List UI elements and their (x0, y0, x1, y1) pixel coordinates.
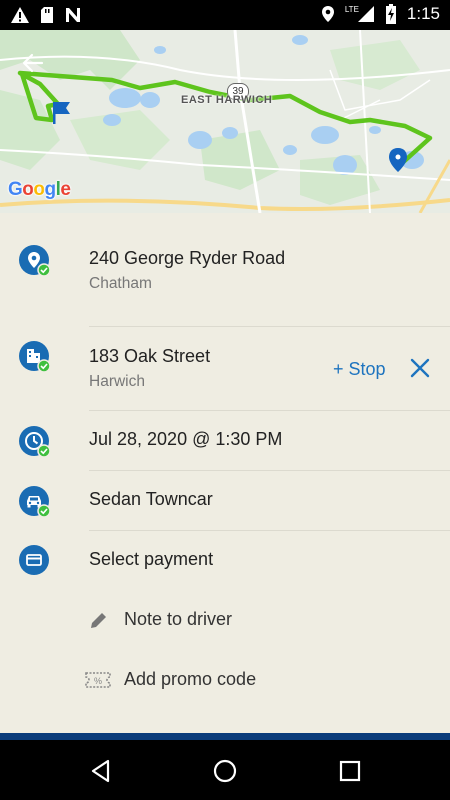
payment-selector: Select payment (89, 549, 214, 569)
add-stop-button[interactable]: + Stop (333, 359, 386, 380)
nav-home-icon[interactable] (212, 758, 238, 784)
system-nav-bar (0, 740, 450, 800)
network-type: LTE (344, 4, 359, 14)
dropoff-town: Harwich (89, 373, 145, 390)
close-icon[interactable] (408, 356, 432, 380)
datetime-row[interactable]: Jul 28, 2020 @ 1:30 PM (0, 411, 450, 470)
vehicle-row[interactable]: Sedan Towncar (0, 471, 450, 530)
pickup-datetime: Jul 28, 2020 @ 1:30 PM (89, 429, 283, 449)
bottom-sheet-edge (0, 733, 450, 740)
car-icon (19, 486, 51, 518)
sd-card-icon (41, 7, 53, 23)
credit-card-icon (19, 545, 49, 575)
nav-back-icon[interactable] (88, 758, 114, 784)
pickup-location-icon (19, 245, 51, 277)
dropoff-address: 183 Oak Street (89, 346, 211, 366)
pickup-address: 240 George Ryder Road (89, 248, 286, 268)
clock-icon (19, 426, 51, 458)
promo-ticket-icon: % (85, 672, 111, 688)
status-bar: LTE 1:15 (0, 0, 450, 30)
warning-icon (11, 7, 29, 23)
clock: 1:15 (406, 4, 440, 23)
vehicle-type: Sedan Towncar (89, 489, 213, 509)
signal-icon (357, 6, 374, 22)
note-to-driver-button[interactable]: Note to driver (124, 609, 232, 630)
google-attribution: Google (8, 179, 71, 200)
pickup-row[interactable]: 240 George Ryder Road Chatham (0, 213, 450, 326)
arrow-left-icon (22, 53, 44, 73)
back-button[interactable] (20, 50, 54, 84)
payment-row[interactable]: Select payment (0, 531, 450, 590)
route-map[interactable]: 39 EAST HARWICH Google (0, 30, 450, 213)
n-app-icon (66, 8, 80, 22)
svg-text:%: % (94, 676, 102, 686)
location-icon (321, 6, 334, 22)
nav-recents-icon[interactable] (337, 758, 363, 784)
pencil-icon (91, 613, 106, 628)
add-promo-code-button[interactable]: Add promo code (124, 669, 256, 690)
map-area-label: EAST HARWICH (181, 94, 273, 106)
dropoff-building-icon (19, 341, 51, 373)
pickup-town: Chatham (89, 275, 152, 292)
battery-charging-icon (385, 4, 396, 24)
